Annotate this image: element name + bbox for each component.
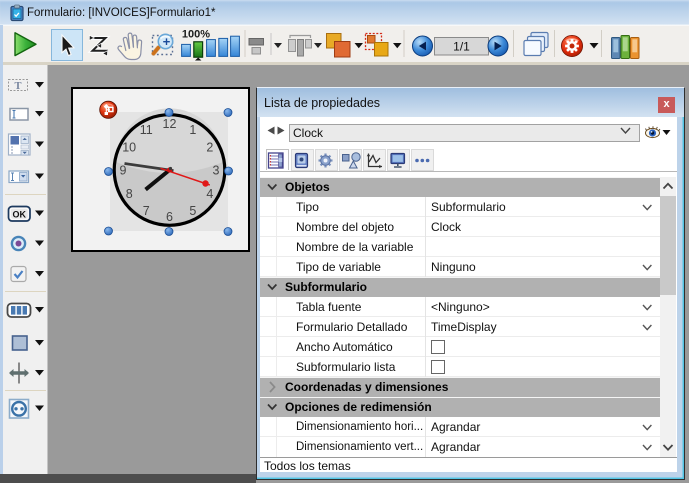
svg-text:5: 5 bbox=[189, 204, 196, 218]
svg-text:3: 3 bbox=[213, 164, 220, 178]
svg-text:4: 4 bbox=[206, 187, 213, 201]
svg-text:10: 10 bbox=[122, 140, 136, 154]
svg-text:2: 2 bbox=[206, 140, 213, 154]
svg-text:12: 12 bbox=[163, 117, 177, 131]
svg-text:1/1: 1/1 bbox=[453, 39, 470, 53]
svg-text:6: 6 bbox=[166, 210, 173, 224]
svg-text:7: 7 bbox=[143, 204, 150, 218]
svg-text:11: 11 bbox=[140, 123, 153, 137]
svg-text:OK: OK bbox=[13, 210, 27, 220]
svg-text:T: T bbox=[14, 81, 21, 92]
svg-text:9: 9 bbox=[120, 164, 127, 178]
svg-text:100%: 100% bbox=[182, 28, 210, 40]
svg-text:1: 1 bbox=[189, 123, 196, 137]
svg-text:8: 8 bbox=[126, 187, 133, 201]
